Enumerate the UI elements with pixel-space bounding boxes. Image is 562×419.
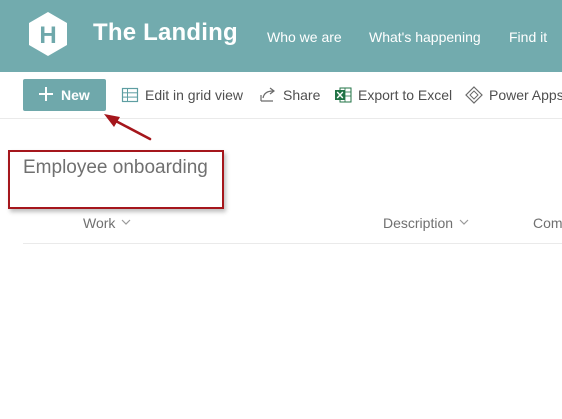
excel-icon: [335, 87, 352, 103]
new-button-label: New: [61, 87, 90, 103]
grid-icon: [121, 87, 139, 103]
logo-letter: H: [39, 22, 56, 49]
nav-link-who-we-are[interactable]: Who we are: [267, 29, 342, 45]
list-title: Employee onboarding: [23, 157, 208, 178]
column-header-divider: [23, 243, 562, 244]
nav-link-whats-happening[interactable]: What's happening: [369, 29, 481, 45]
site-title[interactable]: The Landing: [93, 19, 238, 47]
nav-link-find-it[interactable]: Find it: [509, 29, 547, 45]
share-label: Share: [283, 87, 321, 103]
plus-icon: [39, 87, 53, 101]
column-header-work-label: Work: [83, 215, 116, 231]
arrow-annotation-icon: [104, 114, 152, 141]
column-header-description-label: Description: [383, 215, 454, 231]
share-icon: [260, 87, 275, 102]
chevron-down-icon: [459, 219, 469, 225]
column-header-com[interactable]: Com: [533, 215, 562, 231]
column-header-description[interactable]: Description: [383, 215, 469, 231]
export-to-excel-label: Export to Excel: [358, 87, 453, 103]
power-apps-icon: [465, 86, 483, 104]
site-header: H The Landing Who we are What's happenin…: [0, 0, 562, 72]
power-apps-label: Power Apps: [489, 87, 562, 103]
new-button[interactable]: New: [23, 79, 106, 111]
column-header-work[interactable]: Work: [83, 215, 131, 231]
site-logo-icon[interactable]: H: [24, 10, 72, 58]
command-bar: New Edit in grid view Share Export to Ex…: [0, 72, 562, 119]
sharepoint-list-page: H The Landing Who we are What's happenin…: [0, 0, 562, 419]
chevron-down-icon: [121, 219, 131, 225]
column-header-com-label: Com: [533, 215, 562, 231]
edit-in-grid-view-label: Edit in grid view: [145, 87, 244, 103]
